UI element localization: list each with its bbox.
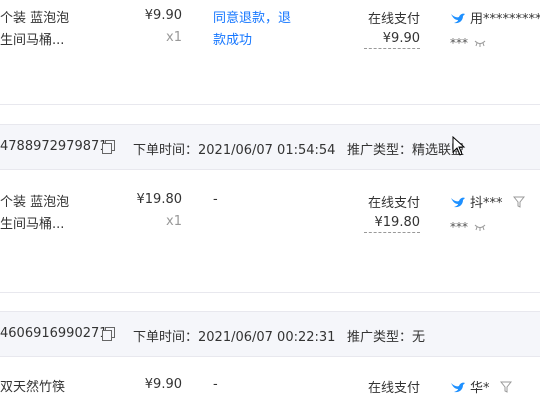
buyer-name: 华* [470,381,490,396]
payment-amount[interactable]: ¥19.80 [364,214,420,233]
filter-icon[interactable] [512,196,525,208]
buyer-name: 抖*** [470,196,503,211]
quantity: x1 [166,30,182,45]
copy-icon[interactable] [102,327,115,341]
payment-method: 在线支付 [367,381,420,396]
order-row-3: 双天然竹筷 ¥9.90 - 在线支付 华* [0,377,540,400]
promo-type: 推广类型：精选联盟 [347,143,465,158]
buyer-info[interactable]: 抖*** [450,192,525,211]
order-time: 下单时间：2021/06/07 00:22:31 [133,330,336,345]
refund-status: - [213,192,218,207]
order-row-2: 个装 蓝泡泡 生间马桶... ¥19.80 x1 - 在线支付 ¥19.80 抖*… [0,192,540,252]
row-divider [0,292,540,293]
buyer-masked: *** [450,36,486,50]
buyer-info[interactable]: 用********* [450,8,540,27]
filter-icon[interactable] [499,381,512,393]
bird-icon [451,13,465,23]
refund-status-link[interactable]: 同意退款，退 款成功 [213,8,305,52]
quantity: x1 [166,214,182,229]
row-divider [0,104,540,105]
bird-icon [451,197,465,207]
payment-method: 在线支付 [367,12,420,27]
bird-icon [451,382,465,392]
copy-icon[interactable] [102,140,115,154]
buyer-info[interactable]: 华* [450,377,512,396]
payment-method: 在线支付 [367,196,420,211]
eye-closed-icon[interactable] [474,39,486,47]
unit-price: ¥9.90 [144,8,182,23]
eye-closed-icon[interactable] [474,223,486,231]
order-header-3: 4606916990271 下单时间：2021/06/07 00:22:31 推… [0,311,540,357]
unit-price: ¥9.90 [144,377,182,392]
payment-amount[interactable]: ¥9.90 [364,30,420,49]
order-number: 4606916990271 [0,326,108,341]
buyer-masked: *** [450,220,486,234]
cursor-icon [452,136,466,156]
unit-price: ¥19.80 [136,192,183,207]
refund-status: - [213,377,218,392]
promo-type: 推广类型：无 [347,330,426,345]
order-row-1: 个装 蓝泡泡 生间马桶... ¥9.90 x1 同意退款，退 款成功 在线支付 ¥9… [0,8,540,68]
order-number: 4788972979871 [0,139,108,154]
buyer-name: 用********* [470,12,540,27]
order-time: 下单时间：2021/06/07 01:54:54 [133,143,336,158]
